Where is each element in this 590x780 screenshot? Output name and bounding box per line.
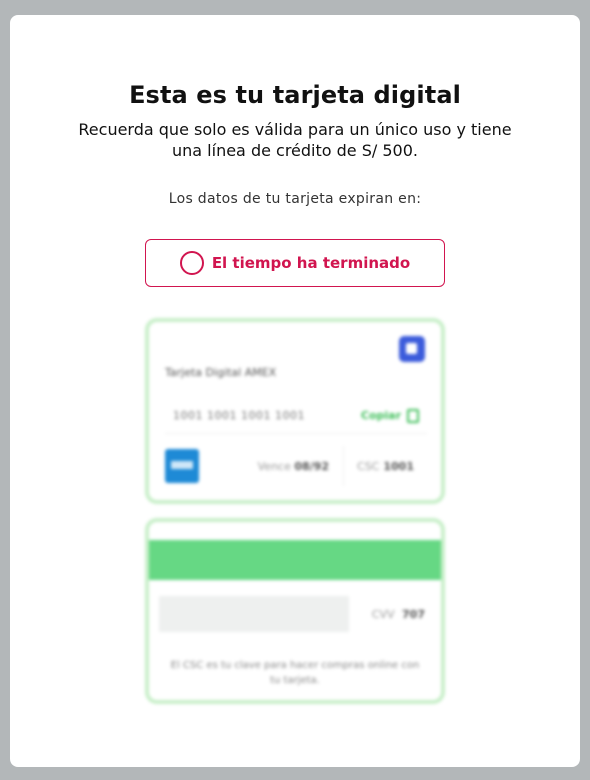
csc-field: CSC 1001: [343, 446, 427, 486]
copy-icon: [407, 408, 419, 423]
expiry-value: 08/92: [294, 459, 329, 473]
card-number: 1001 1001 1001 1001: [173, 409, 305, 422]
card-name: Tarjeta Digital AMEX: [165, 366, 277, 379]
cvv-field: CVV 707: [372, 608, 431, 621]
csc-value: 1001: [383, 459, 414, 473]
timer-circle-icon: [179, 251, 204, 275]
copy-label: Copiar: [360, 409, 401, 422]
card-front: Tarjeta Digital AMEX 1001 1001 1001 1001…: [145, 318, 445, 504]
signature-row: CVV 707: [159, 596, 431, 632]
magnetic-stripe: [149, 540, 441, 580]
csc-note: El CSC es tu clave para hacer compras on…: [170, 660, 420, 686]
expiry-label: Vence: [257, 459, 291, 473]
timer-status-box: El tiempo ha terminado: [145, 239, 445, 287]
expire-label: Los datos de tu tarjeta expiran en:: [168, 191, 422, 207]
cvv-value: 707: [402, 607, 425, 621]
cvv-label: CVV: [371, 607, 395, 621]
csc-label: CSC: [357, 459, 380, 473]
signature-strip: [159, 596, 349, 632]
digital-card-modal: Esta es tu tarjeta digital Recuerda que …: [10, 15, 580, 767]
card-number-row: 1001 1001 1001 1001 Copiar: [165, 398, 427, 434]
card-back: CVV 707 El CSC es tu clave para hacer co…: [145, 518, 445, 704]
modal-subtitle: Recuerda que solo es válida para un únic…: [78, 120, 512, 160]
card-bottom-row: Vence 08/92 CSC 1001: [165, 446, 427, 486]
modal-title: Esta es tu tarjeta digital: [129, 81, 461, 109]
card-brand-icon: [399, 336, 425, 362]
expiry-date: Vence 08/92: [258, 460, 343, 473]
copy-button[interactable]: Copiar: [360, 408, 419, 423]
timer-text: El tiempo ha terminado: [211, 254, 411, 272]
amex-logo-icon: [165, 449, 199, 483]
